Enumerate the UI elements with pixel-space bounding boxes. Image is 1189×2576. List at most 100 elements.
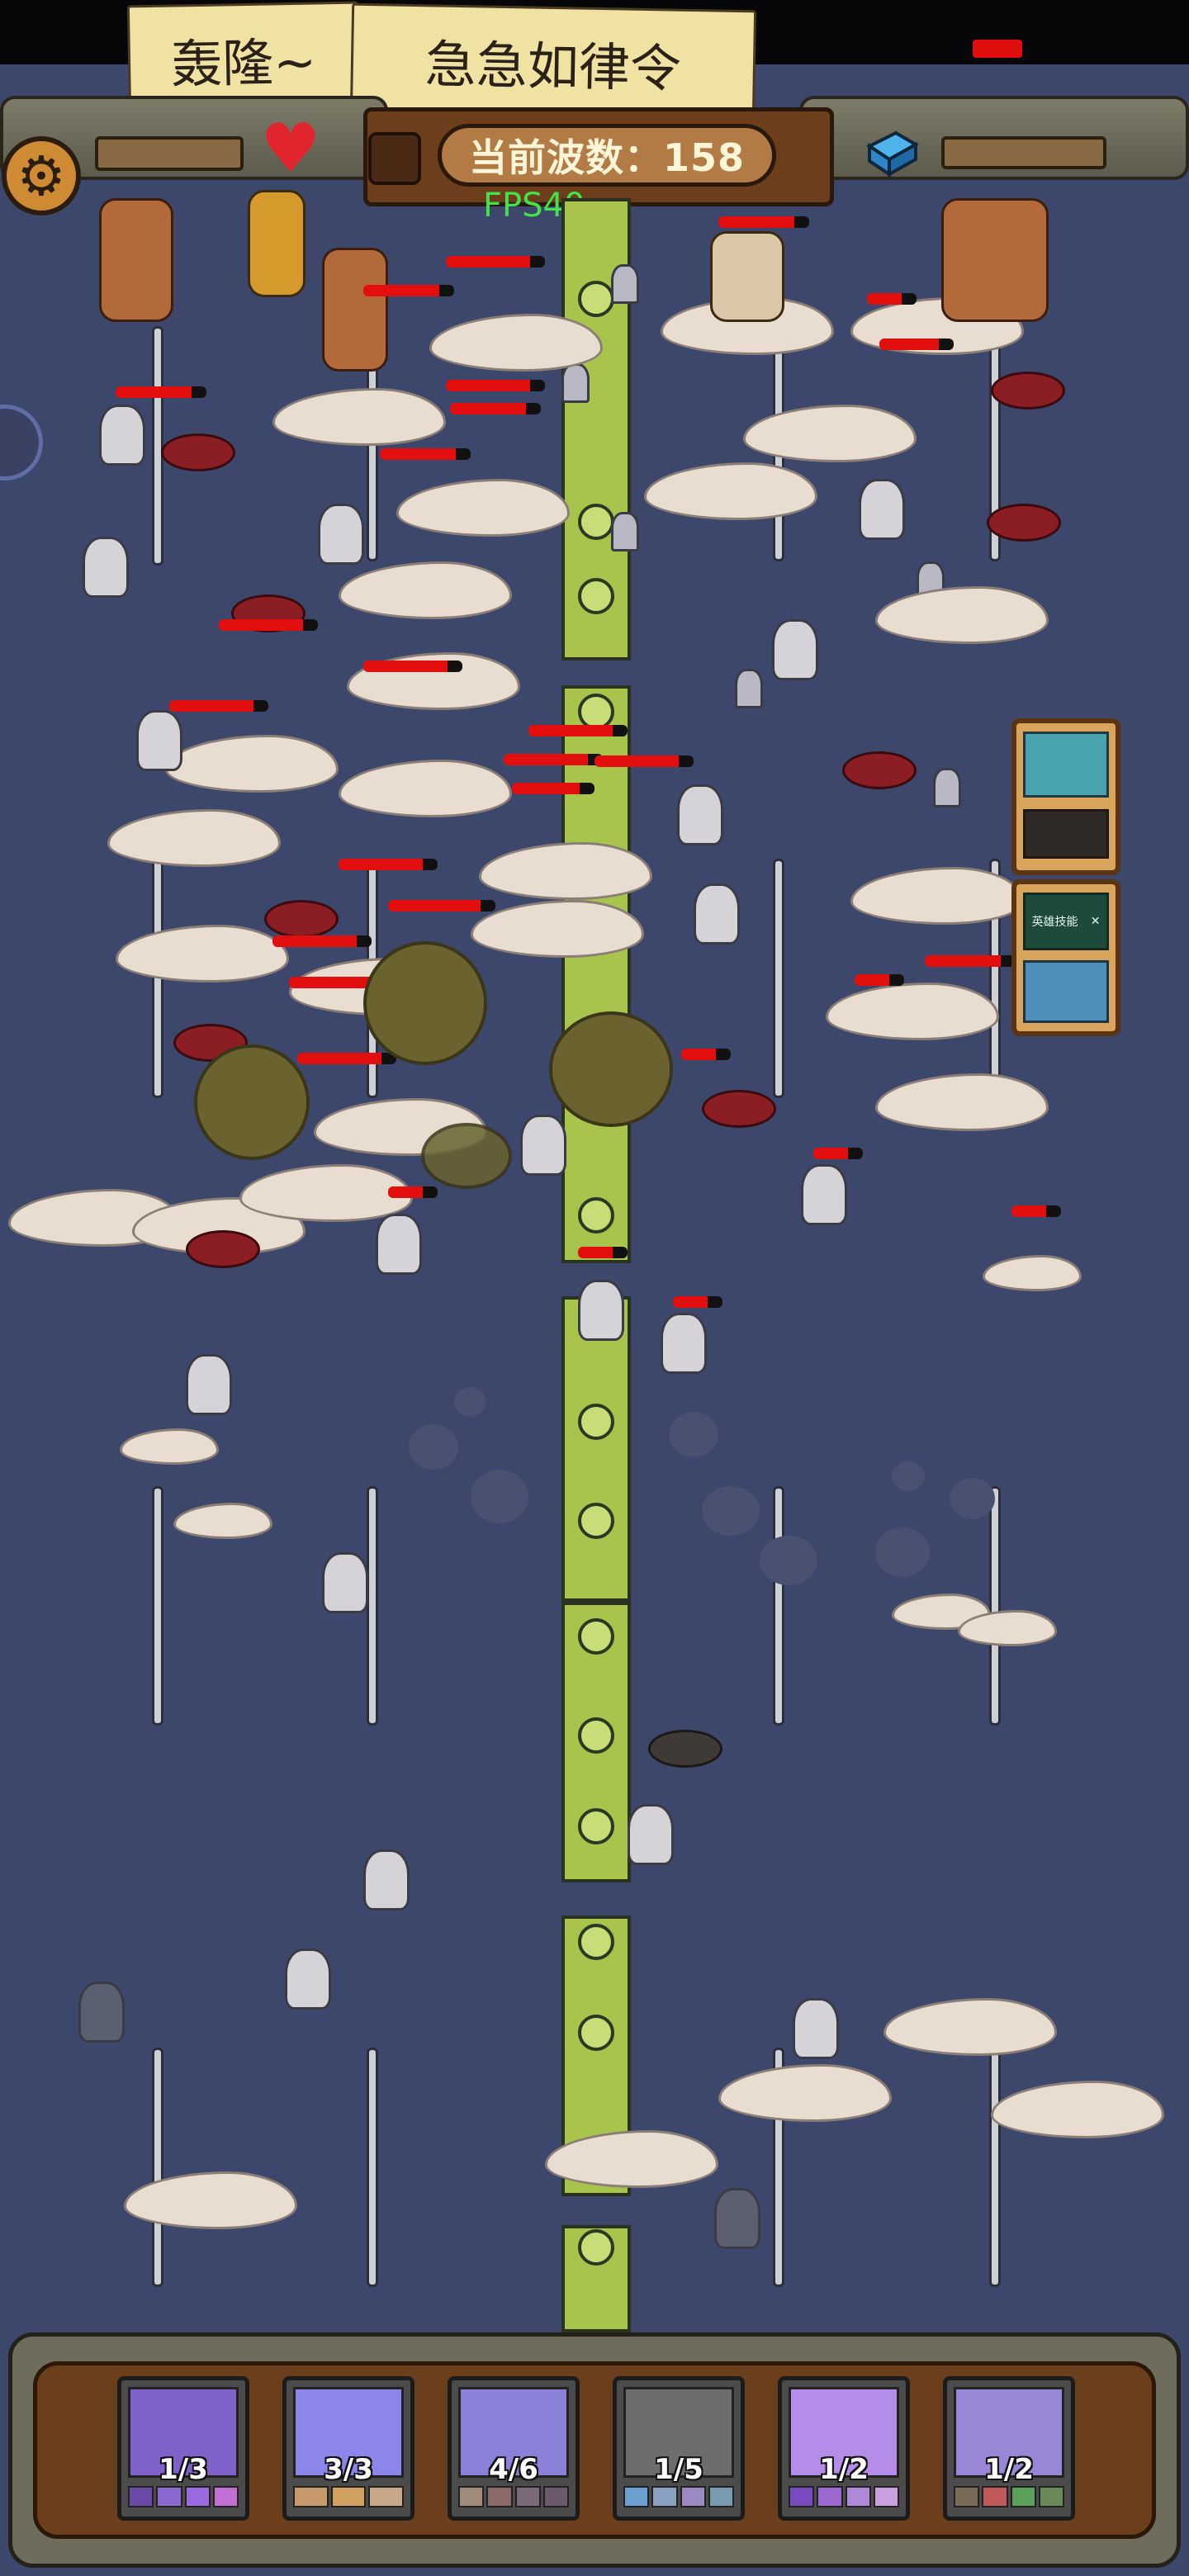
hero-archer [248, 190, 306, 297]
tree-icon [578, 504, 614, 540]
lane-pole [367, 1486, 378, 1726]
wave-counter: 当前波数：158 [438, 124, 776, 187]
hero-upgrades [954, 2486, 1064, 2511]
tree-icon [578, 281, 614, 317]
knight-enemy [801, 1164, 847, 1225]
dust-puff [892, 1461, 925, 1491]
dust-puff [875, 1527, 930, 1577]
tree-icon [578, 1618, 614, 1655]
tombstone-icon [933, 768, 961, 807]
weapons-card[interactable] [1011, 718, 1120, 875]
enemy-health-bar [116, 386, 206, 398]
lane-pole [152, 1486, 163, 1726]
wolf-enemy [116, 925, 289, 983]
lane-pole [773, 1486, 784, 1726]
wolf-enemy [850, 867, 1024, 925]
wolf-enemy [339, 561, 512, 619]
boar-enemy [648, 1730, 722, 1768]
enemy-health-bar [867, 293, 917, 305]
chalkboard-card-icon: 英雄技能 ✕ [1023, 893, 1109, 950]
enemy-health-bar [925, 955, 1016, 967]
gear-icon[interactable]: ⚙ [2, 136, 81, 215]
knight-enemy [714, 2188, 760, 2249]
dust-puff [760, 1536, 817, 1585]
hero-upgrades [293, 2486, 405, 2511]
dust-puff [702, 1486, 760, 1536]
wolf-enemy [120, 1428, 219, 1465]
health-bar [95, 136, 244, 171]
wolf-enemy [479, 842, 652, 900]
enemy-health-bar [363, 661, 462, 672]
hero-slot-crossbow[interactable]: 1/5 [613, 2376, 745, 2521]
wolf-enemy [826, 983, 999, 1040]
tree-icon [578, 1197, 614, 1234]
hero-count: 4/6 [489, 2453, 538, 2486]
enemy-health-bar [380, 448, 471, 460]
wolf-enemy [983, 1255, 1082, 1291]
wolf-enemy [124, 2171, 297, 2229]
enemy-health-bar [504, 754, 603, 765]
wolf-enemy [875, 1073, 1049, 1131]
enemy-health-bar [297, 1053, 396, 1064]
tree-icon [578, 1808, 614, 1844]
hero-upgrades [458, 2486, 569, 2511]
hero-count: 3/3 [324, 2453, 373, 2486]
sword-icon [1023, 809, 1109, 859]
hero-slot-archer[interactable]: 4/6 [448, 2376, 580, 2521]
hero-slot-engineer[interactable]: 1/2 [943, 2376, 1075, 2521]
hero-slot-mage[interactable]: 1/2 [778, 2376, 910, 2521]
enemy-health-bar [1011, 1205, 1061, 1217]
knight-enemy [859, 479, 905, 540]
smoke-cloud [549, 1011, 673, 1127]
tree-icon [578, 578, 614, 614]
knight-enemy [793, 1998, 839, 2059]
knight-enemy [694, 883, 740, 945]
enemy-health-bar [446, 380, 545, 391]
knight-enemy [677, 784, 723, 845]
center-lane [561, 685, 631, 1263]
weapons-card-icon [1023, 732, 1109, 798]
side-toggle-button[interactable] [0, 405, 43, 481]
chalkboard-text: 英雄技能 [1031, 916, 1078, 929]
enemy-health-bar [219, 619, 318, 631]
dust-puff [950, 1478, 995, 1519]
tree-icon [578, 1404, 614, 1440]
boar-enemy [702, 1090, 776, 1128]
tombstone-icon [561, 363, 590, 403]
enemy-health-bar [578, 1247, 628, 1258]
dust-puff [409, 1424, 458, 1470]
dust-puff [669, 1412, 718, 1457]
knight-enemy [83, 537, 129, 598]
wolf-enemy [339, 760, 512, 817]
wolf-enemy [396, 479, 570, 537]
heart-icon: ♥ [260, 110, 321, 188]
hero-upgrades [789, 2486, 899, 2511]
wolf-enemy [272, 388, 446, 446]
wolf-enemy [883, 1998, 1057, 2056]
knight-enemy [628, 1804, 674, 1865]
knight-enemy [520, 1115, 566, 1176]
hero-slot-monk[interactable]: 3/3 [282, 2376, 414, 2521]
boar-enemy [987, 504, 1061, 542]
wolf-enemy [644, 462, 817, 520]
enemy-health-bar [813, 1148, 863, 1159]
enemy-health-bar [388, 1186, 438, 1198]
enemy-health-bar [272, 935, 372, 947]
hero-siege [941, 198, 1049, 322]
hero-slot-soldier[interactable]: 1/3 [117, 2376, 249, 2521]
lane-pole [367, 2048, 378, 2287]
lane-pole [152, 326, 163, 566]
skills-card[interactable]: 英雄技能 ✕ [1011, 879, 1120, 1036]
knight-enemy [578, 1280, 624, 1341]
smoke-cloud [194, 1044, 310, 1160]
knight-enemy [376, 1214, 422, 1275]
hero-count: 1/2 [984, 2453, 1034, 2486]
wolf-enemy [718, 2064, 892, 2122]
enemy-health-bar [879, 339, 954, 350]
lane-pole [152, 2048, 163, 2287]
knight-enemy [78, 1982, 125, 2043]
boar-enemy [991, 372, 1065, 410]
hero-count: 1/5 [654, 2453, 703, 2486]
boar-enemy [161, 433, 235, 471]
tree-icon [578, 1924, 614, 1960]
